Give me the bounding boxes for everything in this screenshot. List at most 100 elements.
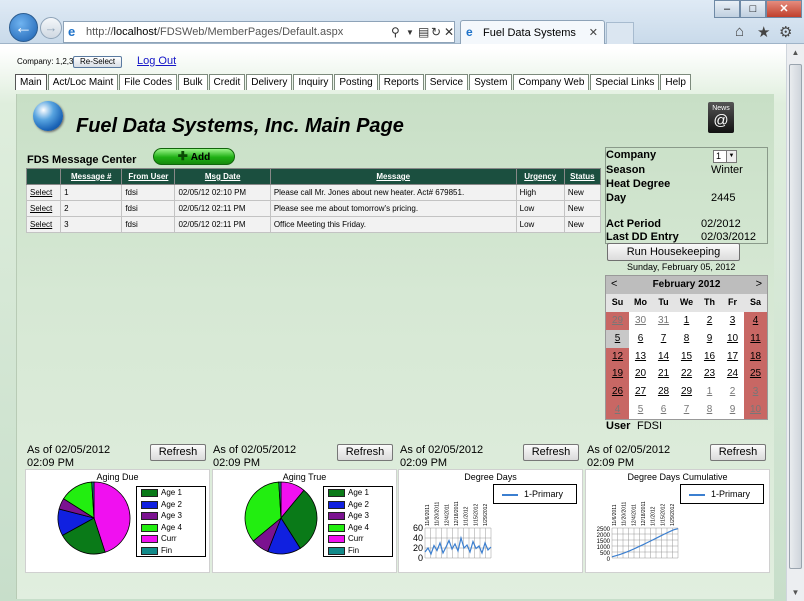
menu-item-special-links[interactable]: Special Links (590, 74, 660, 90)
refresh-button[interactable]: Refresh (337, 444, 393, 461)
select-link[interactable]: Select (25, 216, 62, 233)
legend-swatch (328, 523, 345, 532)
calendar-day[interactable]: 21 (652, 365, 675, 383)
calendar-day[interactable]: 9 (698, 330, 721, 348)
calendar-day[interactable]: 25 (744, 365, 767, 384)
cell-from: fdsi (121, 200, 176, 217)
minimize-button[interactable]: – (714, 0, 740, 18)
calendar-next-link[interactable]: > (756, 278, 762, 290)
menu-item-posting[interactable]: Posting (334, 74, 378, 90)
address-bar[interactable]: e http://localhost/FDSWeb/MemberPages/De… (63, 21, 455, 43)
forward-button[interactable]: → (40, 17, 62, 39)
menu-item-inquiry[interactable]: Inquiry (293, 74, 334, 90)
menu-item-help[interactable]: Help (660, 74, 691, 90)
column-header[interactable]: Urgency (515, 168, 565, 185)
menu-item-main[interactable]: Main (15, 74, 47, 90)
menu-item-delivery[interactable]: Delivery (246, 74, 293, 90)
refresh-button[interactable]: Refresh (523, 444, 579, 461)
calendar-day[interactable]: 28 (652, 383, 675, 401)
column-header[interactable]: Status (563, 168, 602, 185)
news-icon[interactable]: News @ (708, 102, 734, 133)
calendar-day[interactable]: 22 (675, 365, 698, 383)
favorites-star-icon[interactable]: ★ (757, 23, 770, 41)
logout-link[interactable]: Log Out (137, 55, 176, 67)
calendar-day[interactable]: 16 (698, 348, 721, 366)
window-close-button[interactable]: ✕ (766, 0, 802, 18)
select-link[interactable]: Select (25, 200, 62, 217)
calendar-day[interactable]: 29 (606, 311, 629, 330)
select-link[interactable]: Select (25, 184, 62, 201)
menu-item-act-loc-maint[interactable]: Act/Loc Maint (47, 74, 119, 90)
calendar-day[interactable]: 5 (606, 329, 629, 348)
calendar-day[interactable]: 14 (652, 348, 675, 366)
new-tab-button[interactable] (606, 22, 634, 44)
calendar-day[interactable]: 1 (675, 312, 698, 330)
calendar-day[interactable]: 7 (675, 401, 698, 419)
calendar-day[interactable]: 6 (629, 330, 652, 348)
calendar-day[interactable]: 8 (675, 330, 698, 348)
menu-item-reports[interactable]: Reports (378, 74, 424, 90)
maximize-button[interactable]: □ (740, 0, 766, 18)
menu-item-credit[interactable]: Credit (208, 74, 246, 90)
calendar-day[interactable]: 10 (721, 330, 744, 348)
menu-item-system[interactable]: System (469, 74, 513, 90)
calendar-day[interactable]: 10 (744, 401, 767, 419)
calendar-day[interactable]: 2 (721, 383, 744, 401)
refresh-button[interactable]: Refresh (150, 444, 206, 461)
refresh-icon[interactable]: ↻ (431, 25, 441, 39)
search-icon[interactable]: ⚲ (391, 25, 400, 39)
home-icon[interactable]: ⌂ (735, 23, 744, 40)
column-header[interactable]: Message (269, 168, 517, 185)
calendar-day[interactable]: 26 (606, 383, 629, 402)
stop-icon[interactable]: ✕ (444, 25, 454, 39)
back-button[interactable]: ← (9, 13, 38, 42)
menu-item-file-codes[interactable]: File Codes (119, 74, 178, 90)
menu-item-service[interactable]: Service (424, 74, 469, 90)
legend-label: Age 3 (348, 511, 369, 520)
calendar-day[interactable]: 13 (629, 348, 652, 366)
dropdown-icon[interactable]: ▼ (406, 28, 414, 37)
column-header[interactable]: Msg Date (174, 168, 271, 185)
calendar-day[interactable]: 2 (698, 312, 721, 330)
calendar-day[interactable]: 1 (698, 383, 721, 401)
calendar-day[interactable]: 12 (606, 347, 629, 366)
calendar-day[interactable]: 17 (721, 348, 744, 366)
company-select[interactable]: 1 ▼ (713, 150, 737, 163)
refresh-button[interactable]: Refresh (710, 444, 766, 461)
calendar-day[interactable]: 23 (698, 365, 721, 383)
calendar-day[interactable]: 30 (629, 312, 652, 330)
calendar-day[interactable]: 7 (652, 330, 675, 348)
calendar-day[interactable]: 31 (652, 312, 675, 330)
calendar-day[interactable]: 4 (744, 311, 767, 330)
column-header[interactable]: Message # (60, 168, 123, 185)
scroll-up-arrow-icon[interactable]: ▲ (787, 44, 804, 61)
calendar-day[interactable]: 9 (721, 401, 744, 419)
settings-gear-icon[interactable]: ⚙ (779, 23, 792, 41)
tab-close-icon[interactable]: ✕ (589, 26, 598, 39)
calendar-day[interactable]: 29 (675, 383, 698, 401)
calendar-day[interactable]: 6 (652, 401, 675, 419)
browser-tab[interactable]: e Fuel Data Systems ✕ (460, 20, 605, 44)
calendar-day[interactable]: 24 (721, 365, 744, 383)
scroll-down-arrow-icon[interactable]: ▼ (787, 584, 804, 601)
scroll-thumb[interactable] (789, 64, 802, 569)
calendar-day[interactable]: 8 (698, 401, 721, 419)
add-message-button[interactable]: ✚ Add (153, 148, 235, 165)
reselect-button[interactable]: Re-Select (73, 56, 123, 68)
menu-item-company-web[interactable]: Company Web (513, 74, 590, 90)
menu-item-bulk[interactable]: Bulk (178, 74, 208, 90)
calendar-day[interactable]: 4 (606, 401, 629, 419)
calendar-day[interactable]: 20 (629, 365, 652, 383)
calendar-day[interactable]: 5 (629, 401, 652, 419)
calendar-day[interactable]: 11 (744, 329, 767, 348)
compat-view-icon[interactable]: ▤ (418, 25, 429, 39)
vertical-scrollbar[interactable]: ▲ ▼ (786, 44, 804, 601)
calendar-day[interactable]: 3 (721, 312, 744, 330)
calendar-day[interactable]: 3 (744, 383, 767, 402)
calendar-day[interactable]: 19 (606, 365, 629, 384)
calendar-day[interactable]: 15 (675, 348, 698, 366)
calendar-day[interactable]: 18 (744, 347, 767, 366)
calendar-day[interactable]: 27 (629, 383, 652, 401)
column-header[interactable]: From User (121, 168, 176, 185)
run-housekeeping-button[interactable]: Run Housekeeping (607, 243, 740, 261)
